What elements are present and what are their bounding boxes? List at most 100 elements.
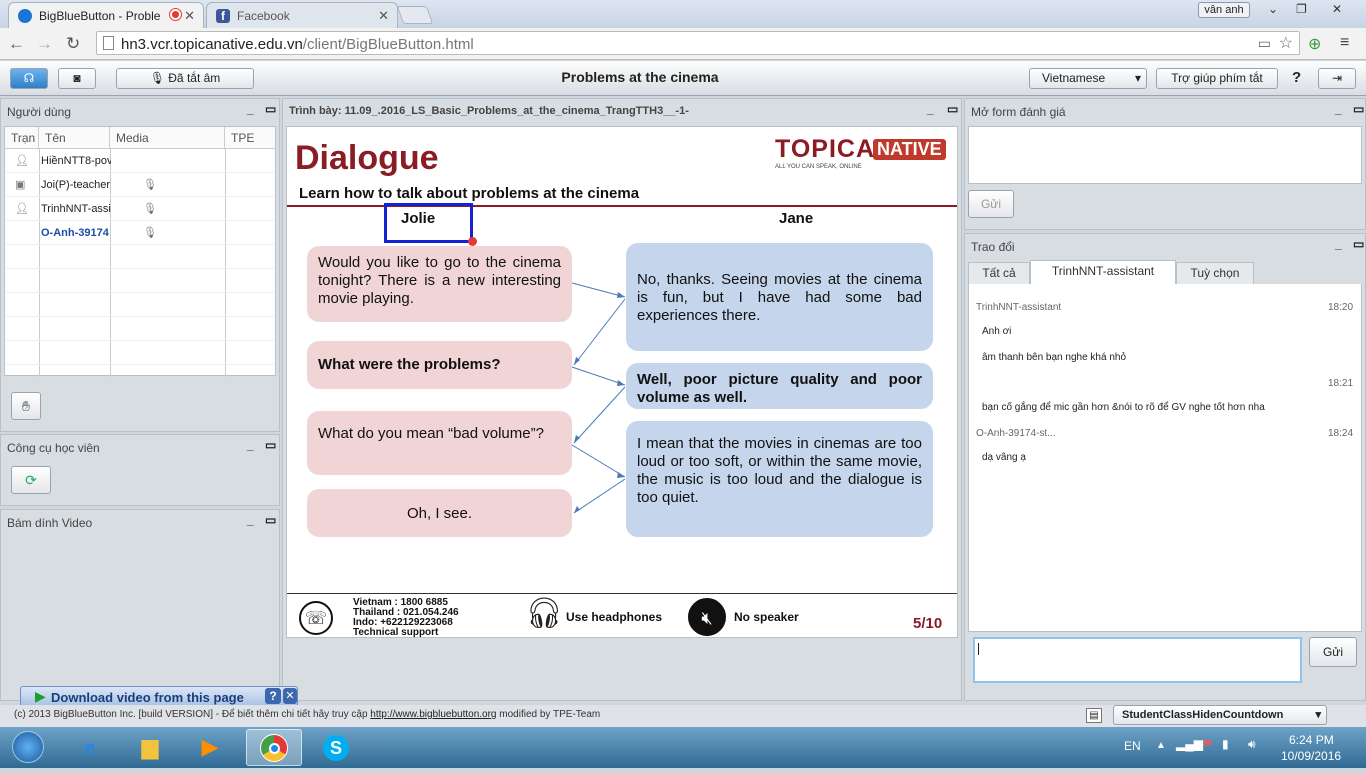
taskbar-media-player[interactable]: ▶ bbox=[182, 729, 238, 766]
start-button[interactable] bbox=[2, 729, 54, 766]
column-header-name[interactable]: Tên bbox=[39, 127, 110, 149]
internet-explorer-icon: e bbox=[85, 734, 95, 759]
device-icon[interactable]: ▮ bbox=[1222, 737, 1229, 751]
footer-text: (c) 2013 BigBlueButton Inc. [build VERSI… bbox=[14, 709, 600, 720]
taskbar-chrome[interactable] bbox=[246, 729, 302, 766]
message-time: 18:21 bbox=[1328, 378, 1354, 389]
taskbar-internet-explorer[interactable]: e bbox=[62, 729, 118, 766]
column-header-media[interactable]: Media bbox=[110, 127, 225, 149]
close-window-icon[interactable]: ✕ bbox=[1332, 2, 1342, 16]
users-grid: Trạn Tên Media TPE 👤︎ HiềnNTT8-pov ▣ Joi… bbox=[4, 126, 276, 377]
maximize-icon[interactable]: ▭ bbox=[1353, 237, 1364, 251]
mute-label: Đã tắt âm bbox=[168, 71, 221, 85]
skype-icon: S bbox=[323, 735, 349, 761]
empty-row bbox=[5, 341, 275, 365]
webcam-button[interactable]: ◙ bbox=[58, 68, 96, 89]
language-select[interactable]: Vietnamese ▾ bbox=[1029, 68, 1147, 89]
user-icon: 👤︎ bbox=[15, 203, 29, 215]
browser-user-button[interactable]: vân anh bbox=[1198, 2, 1250, 18]
close-tab-icon[interactable]: ✕ bbox=[378, 8, 389, 24]
clock-date[interactable]: 10/09/2016 bbox=[1281, 749, 1341, 763]
user-name: O-Anh-39174 bbox=[41, 227, 109, 239]
video-dock-title: Bám dính Video bbox=[7, 516, 93, 530]
camera-blocked-icon[interactable]: ▭ bbox=[1258, 35, 1271, 52]
evaluation-textarea[interactable] bbox=[968, 126, 1362, 184]
forward-icon[interactable]: → bbox=[36, 34, 53, 54]
bigbluebutton-link[interactable]: http://www.bigbluebutton.org bbox=[370, 709, 496, 720]
user-row[interactable]: O-Anh-39174 🎙︎ bbox=[5, 221, 275, 245]
extension-icon[interactable]: ⊕ bbox=[1308, 34, 1321, 54]
layout-icon[interactable]: ▤ bbox=[1086, 708, 1102, 723]
no-speaker-icon: 🔇︎ bbox=[688, 598, 726, 636]
mic-muted-icon: 🎙︎ bbox=[143, 203, 157, 215]
maximize-icon[interactable]: ▭ bbox=[265, 438, 276, 452]
empty-row bbox=[5, 317, 275, 341]
mute-button[interactable]: 🎙︎ Đã tắt âm bbox=[116, 68, 254, 89]
raise-hand-button[interactable]: ✋︎ bbox=[11, 392, 41, 420]
help-button[interactable]: ? bbox=[1292, 69, 1301, 86]
message-sender: TrinhNNT-assistant bbox=[976, 302, 1062, 313]
browser-tab-facebook[interactable]: f Facebook ✕ bbox=[206, 2, 398, 28]
tab-options[interactable]: Tuỳ chọn bbox=[1176, 262, 1254, 284]
headset-button[interactable]: ☊ bbox=[10, 68, 48, 89]
maximize-icon[interactable]: ▭ bbox=[1353, 102, 1364, 116]
column-header-tpe[interactable]: TPE bbox=[225, 127, 275, 149]
reload-icon[interactable]: ↻ bbox=[66, 34, 80, 54]
chevron-down-icon: ▾ bbox=[1134, 71, 1141, 85]
action-center-icon[interactable]: ⚑ bbox=[1202, 737, 1213, 751]
minimize-icon[interactable]: _ bbox=[247, 438, 254, 452]
tab-all[interactable]: Tất cả bbox=[968, 262, 1030, 284]
clock-time[interactable]: 6:24 PM bbox=[1289, 733, 1334, 747]
show-hidden-icons-icon[interactable]: ▲ bbox=[1156, 740, 1166, 751]
minimize-icon[interactable]: _ bbox=[247, 102, 254, 116]
bookmark-star-icon[interactable]: ☆ bbox=[1279, 33, 1293, 53]
new-tab-button[interactable] bbox=[396, 6, 434, 24]
evaluation-send-button[interactable]: Gửi bbox=[968, 190, 1014, 218]
headset-icon: ☊ bbox=[23, 71, 35, 85]
help-icon[interactable]: ? bbox=[265, 688, 281, 704]
network-icon[interactable]: ▂▄▆ bbox=[1176, 737, 1203, 751]
close-icon[interactable]: ✕ bbox=[283, 688, 297, 704]
users-panel-title: Người dùng bbox=[7, 105, 71, 119]
maximize-icon[interactable]: ▭ bbox=[947, 102, 958, 116]
user-row[interactable]: 👤︎ HiềnNTT8-pov bbox=[5, 149, 275, 173]
minimize-icon[interactable]: _ bbox=[1335, 237, 1342, 251]
maximize-icon[interactable]: ▭ bbox=[265, 102, 276, 116]
browser-tab-bigbluebutton[interactable]: BigBlueButton - Proble ✕ bbox=[8, 2, 204, 28]
user-name: Joi(P)-teacher bbox=[41, 179, 111, 191]
minimize-icon[interactable]: _ bbox=[927, 102, 934, 116]
volume-icon[interactable]: 🔊︎ bbox=[1248, 737, 1256, 752]
url-input[interactable]: hn3.vcr.topicanative.edu.vn/client/BigBl… bbox=[96, 31, 1300, 55]
taskbar-skype[interactable]: S bbox=[308, 729, 364, 766]
close-tab-icon[interactable]: ✕ bbox=[184, 8, 195, 24]
column-header-status[interactable]: Trạn bbox=[5, 127, 39, 149]
presentation-slide[interactable]: Dialogue TOPICA NATIVE ALL YOU CAN SPEAK… bbox=[286, 126, 958, 638]
back-icon[interactable]: ← bbox=[8, 34, 25, 54]
minimize-icon[interactable]: _ bbox=[247, 513, 254, 527]
student-tool-button[interactable]: ⟳ bbox=[11, 466, 51, 494]
headphones-icon: 🎧︎ bbox=[525, 597, 564, 630]
menu-icon[interactable]: ≡ bbox=[1340, 34, 1349, 52]
user-row[interactable]: ▣ Joi(P)-teacher 🎙︎ bbox=[5, 173, 275, 197]
maximize-icon[interactable]: ▭ bbox=[265, 513, 276, 527]
bigbluebutton-favicon-icon bbox=[18, 9, 32, 23]
shortcuts-button[interactable]: Trợ giúp phím tắt bbox=[1156, 68, 1278, 89]
restore-window-icon[interactable]: ❐ bbox=[1296, 2, 1307, 16]
headphones-label: Use headphones bbox=[566, 610, 663, 624]
chat-input[interactable] bbox=[973, 637, 1302, 683]
taskbar-file-explorer[interactable]: ▆ bbox=[122, 729, 178, 766]
minimize-icon[interactable]: _ bbox=[1335, 102, 1342, 116]
video-dock-panel: Bám dính Video _ ▭ bbox=[0, 509, 280, 701]
tab-private-chat[interactable]: TrinhNNT-assistant bbox=[1030, 260, 1176, 284]
language-indicator[interactable]: EN bbox=[1124, 739, 1141, 753]
user-row[interactable]: 👤︎ TrinhNNT-assi 🎙︎ bbox=[5, 197, 275, 221]
chevron-down-icon[interactable]: ⌄ bbox=[1268, 2, 1278, 16]
download-video-bar[interactable]: ▶ Download video from this page ? ✕ bbox=[20, 686, 298, 707]
slide-page-number: 5/10 bbox=[913, 615, 943, 632]
folder-icon: ▆ bbox=[141, 734, 159, 759]
logout-button[interactable]: ⇥ bbox=[1318, 68, 1356, 89]
layout-select[interactable]: StudentClassHidenCountdown ▾ bbox=[1113, 705, 1327, 725]
user-name: HiềnNTT8-pov bbox=[41, 155, 111, 167]
chat-send-button[interactable]: Gửi bbox=[1309, 637, 1357, 667]
footer-copyright: (c) 2013 BigBlueButton Inc. [build VERSI… bbox=[14, 709, 368, 720]
